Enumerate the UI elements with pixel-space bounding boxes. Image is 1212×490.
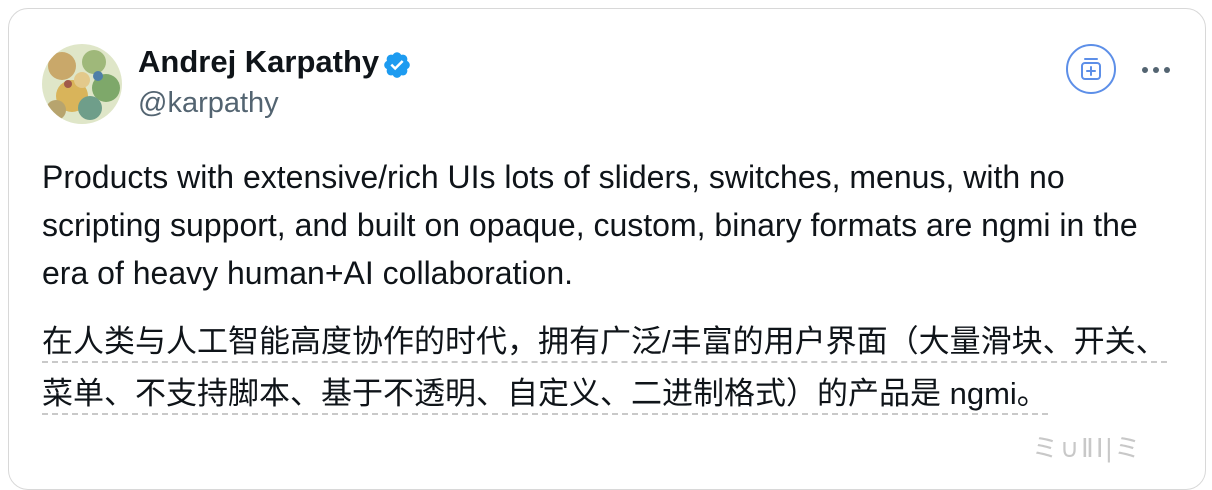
add-to-list-button[interactable] — [1066, 44, 1116, 94]
translation-text: 在人类与人工智能高度协作的时代，拥有广泛/丰富的用户界面（大量滑块、开关、菜单、… — [42, 316, 1172, 420]
more-dots-icon — [1142, 67, 1170, 73]
translation-span: 在人类与人工智能高度协作的时代，拥有广泛/丰富的用户界面（大量滑块、开关、菜单、… — [42, 324, 1167, 415]
avatar-image — [42, 44, 122, 124]
watermark: ミ∪ⅡⅠ|ミ — [1032, 433, 1143, 463]
add-to-list-icon — [1081, 58, 1101, 80]
author-name[interactable]: Andrej Karpathy — [138, 44, 379, 80]
tweet-text: Products with extensive/rich UIs lots of… — [42, 159, 1138, 291]
verified-badge-icon — [384, 52, 410, 78]
avatar[interactable] — [42, 44, 122, 124]
more-options-button[interactable] — [1138, 58, 1174, 82]
author-handle[interactable]: @karpathy — [138, 87, 279, 120]
